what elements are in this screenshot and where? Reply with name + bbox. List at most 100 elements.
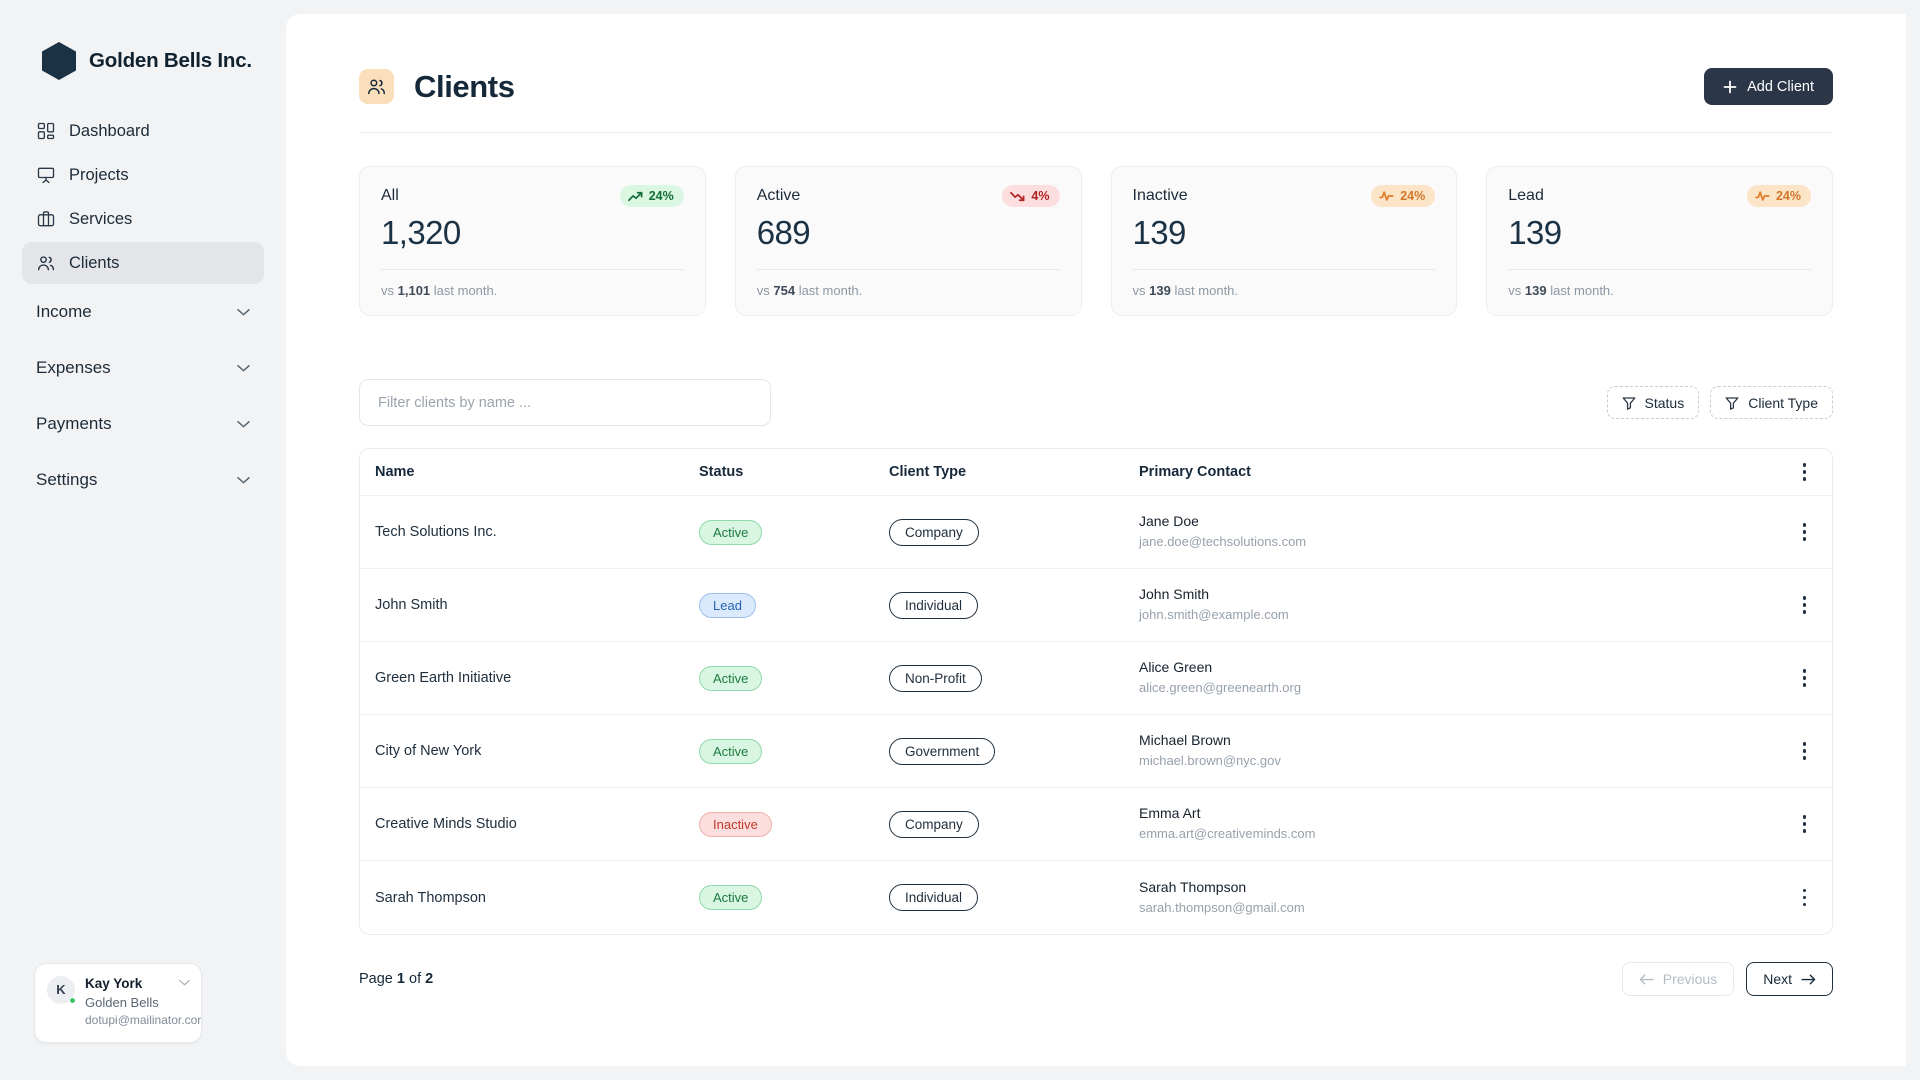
contact-email: alice.green@greenearth.org xyxy=(1139,680,1302,696)
status-badge: Active xyxy=(699,519,763,545)
pagination-mid: of xyxy=(404,971,426,987)
next-page-label: Next xyxy=(1763,971,1792,987)
filter-client-type-label: Client Type xyxy=(1748,394,1818,411)
client-type-chip: Company xyxy=(889,810,979,838)
stat-divider xyxy=(381,269,684,270)
stat-card-lead: Lead 24% 139 vs 139 last month. xyxy=(1486,166,1833,316)
stat-card-all: All 24% 1,320 vs 1,101 last month. xyxy=(359,166,706,316)
funnel-icon xyxy=(1725,396,1739,410)
stat-note-prefix: vs xyxy=(1508,283,1525,298)
stat-note-value: 139 xyxy=(1524,283,1547,298)
sidebar-group-settings[interactable]: Settings xyxy=(36,452,250,508)
dashboard-grid-icon xyxy=(37,122,55,140)
pulse-icon xyxy=(1379,191,1394,201)
sidebar-item-services[interactable]: Services xyxy=(22,198,264,240)
pagination-info: Page 1 of 2 xyxy=(359,971,433,987)
row-options-menu-icon[interactable] xyxy=(1797,809,1813,839)
pagination-current-page: 1 xyxy=(396,971,405,987)
contact-email: sarah.thompson@gmail.com xyxy=(1139,899,1305,915)
stat-trend-badge: 4% xyxy=(1002,185,1060,207)
stat-card-inactive: Inactive 24% 139 vs 139 last month. xyxy=(1110,166,1458,316)
row-options-menu-icon[interactable] xyxy=(1797,590,1813,620)
sidebar-item-dashboard[interactable]: Dashboard xyxy=(22,110,264,152)
stat-note-suffix: last month. xyxy=(795,283,863,298)
sidebar-groups: Income Expenses Payments Settings xyxy=(0,284,286,508)
trend-down-icon xyxy=(1010,191,1025,201)
sidebar-item-clients[interactable]: Clients xyxy=(22,242,264,284)
contact-email: michael.brown@nyc.gov xyxy=(1139,753,1281,769)
add-client-button[interactable]: Add Client xyxy=(1704,68,1833,105)
sidebar-group-label: Income xyxy=(36,302,92,321)
hexagon-logo-icon xyxy=(42,42,76,80)
row-options-menu-icon[interactable] xyxy=(1797,663,1813,693)
filter-toolbar: Status Client Type xyxy=(359,379,1833,426)
stat-value: 689 xyxy=(756,214,811,251)
previous-page-button[interactable]: Previous xyxy=(1621,962,1735,996)
status-badge: Inactive xyxy=(699,811,772,837)
stat-trend-value: 24% xyxy=(1775,189,1801,203)
table-row[interactable]: Green Earth Initiative Active Non-Profit… xyxy=(360,642,1832,715)
contact-name: Emma Art xyxy=(1139,805,1201,822)
sidebar-item-label: Clients xyxy=(69,253,120,272)
stat-divider xyxy=(1132,269,1436,270)
arrow-right-icon xyxy=(1801,974,1816,984)
chevron-down-icon xyxy=(237,420,250,428)
row-options-menu-icon[interactable] xyxy=(1797,736,1813,766)
stat-value: 139 xyxy=(1132,214,1187,251)
stat-trend-badge: 24% xyxy=(1746,185,1811,207)
stat-footnote: vs 139 last month. xyxy=(1508,283,1811,298)
stat-note-prefix: vs xyxy=(1132,283,1150,298)
client-type-chip: Company xyxy=(889,518,979,546)
sidebar: Golden Bells Inc. Dashboard Projects Ser… xyxy=(0,0,286,1080)
table-row[interactable]: Creative Minds Studio Inactive Company E… xyxy=(360,788,1832,861)
stat-footnote: vs 754 last month. xyxy=(757,283,1060,298)
user-profile-card[interactable]: K Kay York Golden Bells dotupi@mailinato… xyxy=(34,962,202,1043)
sidebar-nav: Dashboard Projects Services Clients xyxy=(0,110,286,284)
stat-trend-value: 4% xyxy=(1031,189,1050,203)
filter-status-button[interactable]: Status xyxy=(1606,386,1700,419)
stat-value: 139 xyxy=(1508,214,1562,251)
stat-trend-badge: 24% xyxy=(619,185,684,207)
sidebar-group-income[interactable]: Income xyxy=(36,284,250,340)
stat-value: 1,320 xyxy=(381,214,461,251)
table-row[interactable]: Tech Solutions Inc. Active Company Jane … xyxy=(360,496,1832,569)
next-page-button[interactable]: Next xyxy=(1746,962,1833,996)
user-email: dotupi@mailinator.cor xyxy=(85,1013,202,1028)
search-input[interactable] xyxy=(359,379,771,426)
client-type-chip: Government xyxy=(889,737,996,765)
stat-note-value: 1,101 xyxy=(397,283,431,298)
filter-client-type-button[interactable]: Client Type xyxy=(1710,386,1833,419)
table-row[interactable]: City of New York Active Government Micha… xyxy=(360,715,1832,788)
contact-email: emma.art@creativeminds.com xyxy=(1139,826,1316,842)
avatar: K xyxy=(47,975,76,1004)
stat-label: All xyxy=(381,187,399,204)
pagination-total-pages: 2 xyxy=(425,971,434,987)
table-options-menu-icon[interactable] xyxy=(1797,457,1813,487)
sidebar-item-projects[interactable]: Projects xyxy=(22,154,264,196)
stat-footnote: vs 1,101 last month. xyxy=(381,283,684,298)
users-icon xyxy=(38,256,55,271)
chevron-down-icon[interactable] xyxy=(179,979,190,986)
table-row[interactable]: John Smith Lead Individual John Smith jo… xyxy=(360,569,1832,642)
chevron-down-icon xyxy=(237,308,250,316)
funnel-icon xyxy=(1622,396,1635,410)
column-header-client-type: Client Type xyxy=(889,464,967,480)
contact-name: John Smith xyxy=(1139,586,1210,603)
sidebar-group-payments[interactable]: Payments xyxy=(36,396,250,452)
client-name: Creative Minds Studio xyxy=(375,816,517,832)
row-options-menu-icon[interactable] xyxy=(1797,517,1813,547)
sidebar-item-label: Dashboard xyxy=(69,121,150,140)
chevron-down-icon xyxy=(237,364,250,372)
table-row[interactable]: Sarah Thompson Active Individual Sarah T… xyxy=(360,861,1832,934)
sidebar-group-expenses[interactable]: Expenses xyxy=(36,340,250,396)
contact-email: jane.doe@techsolutions.com xyxy=(1139,534,1307,550)
stat-note-prefix: vs xyxy=(381,283,398,298)
page-header-left: Clients xyxy=(359,69,515,105)
row-options-menu-icon[interactable] xyxy=(1797,883,1813,913)
client-name: Green Earth Initiative xyxy=(375,670,512,686)
table-header-row: Name Status Client Type Primary Contact xyxy=(360,449,1832,496)
stat-trend-value: 24% xyxy=(1400,189,1426,203)
header-divider xyxy=(359,132,1833,133)
filter-buttons: Status Client Type xyxy=(1606,386,1833,419)
sidebar-group-label: Settings xyxy=(36,470,98,489)
